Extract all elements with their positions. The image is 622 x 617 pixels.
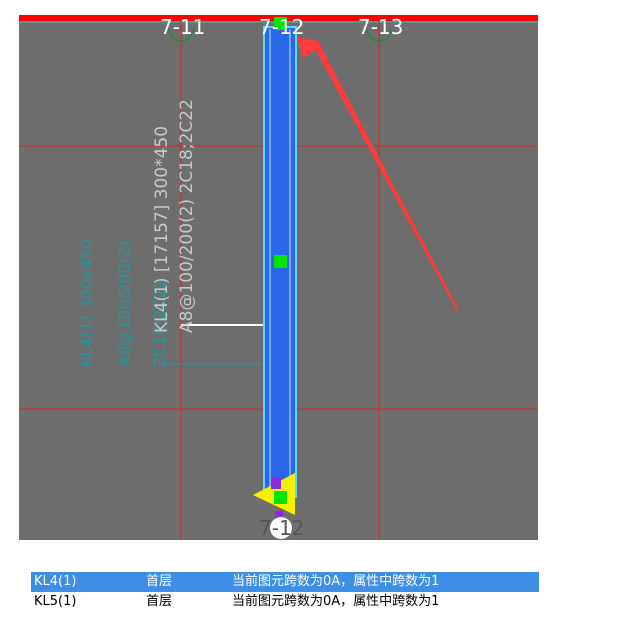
error-message: 当前图元跨数为0A，属性中跨数为1 bbox=[232, 594, 440, 609]
grip-bottom[interactable] bbox=[274, 491, 287, 504]
member-name: KL4(1) bbox=[34, 574, 77, 589]
drawing-layer[interactable] bbox=[19, 15, 538, 540]
annotation-arrow bbox=[297, 37, 459, 311]
beam-label-rebar: A8@100/200(2) 2C18;2C22 bbox=[177, 99, 197, 333]
support-purple-mark bbox=[271, 477, 281, 489]
beam-label-original: KL4(1) [17157] 300*450 bbox=[152, 125, 172, 333]
teal-label-stirrup: A8@100/200(2) bbox=[115, 240, 134, 367]
error-list-row[interactable]: KL4(1) 首层 当前图元跨数为0A，属性中跨数为1 bbox=[31, 572, 539, 592]
floor-name: 首层 bbox=[146, 594, 173, 609]
floor-name: 首层 bbox=[146, 574, 173, 589]
teal-label-size: KL4(1) 300x450 bbox=[77, 239, 96, 367]
axis-label-bottom: 7-12 bbox=[259, 516, 305, 540]
error-list[interactable]: KL4(1) 首层 当前图元跨数为0A，属性中跨数为1 KL5(1) 首层 当前… bbox=[31, 569, 539, 609]
axis-label-7-13: 7-13 bbox=[358, 15, 404, 39]
axis-label-7-11: 7-11 bbox=[160, 15, 206, 39]
cad-canvas[interactable]: 7-11 7-12 7-13 7-12 KL4(1) 300x450 A8@10… bbox=[19, 15, 538, 540]
error-message: 当前图元跨数为0A，属性中跨数为1 bbox=[232, 574, 440, 589]
grip-middle[interactable] bbox=[274, 255, 287, 268]
axis-label-7-12: 7-12 bbox=[259, 15, 305, 39]
member-name: KL5(1) bbox=[34, 594, 77, 609]
error-list-row[interactable]: KL5(1) 首层 当前图元跨数为0A，属性中跨数为1 bbox=[31, 592, 539, 609]
